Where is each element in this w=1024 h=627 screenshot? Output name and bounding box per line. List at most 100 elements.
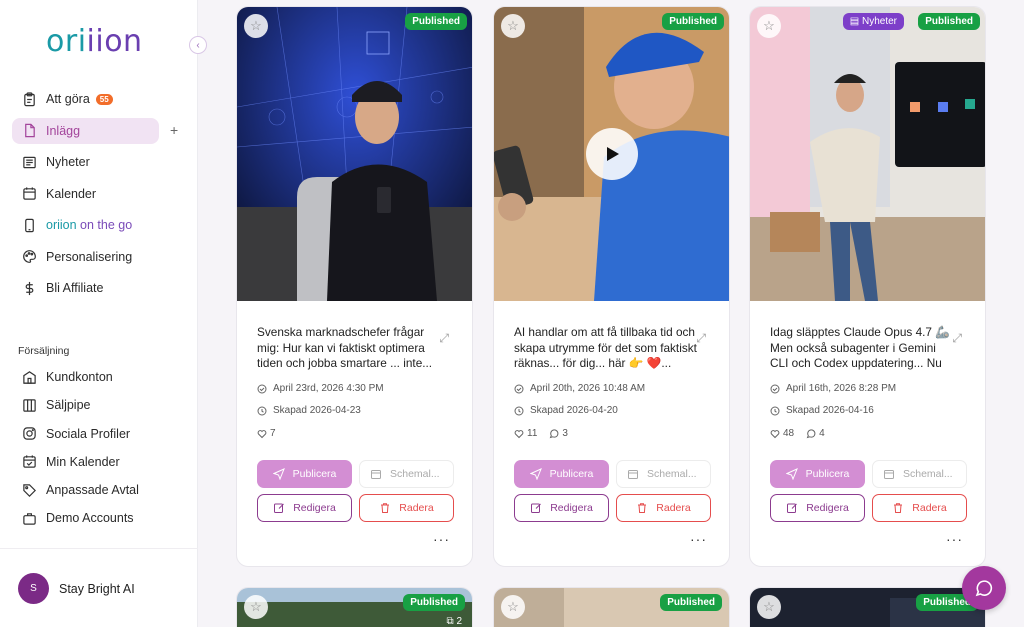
created-label: Skapad 2026-04-20 [530,405,618,416]
post-caption[interactable]: Svenska marknadschefer frågar mig: Hur k… [257,325,442,372]
delete-button[interactable]: Radera [359,494,454,522]
clock-icon [514,406,524,415]
status-badge: Published [403,594,465,611]
post-card[interactable]: ☆ Published [493,587,730,627]
scheduled-label: April 20th, 2026 10:48 AM [530,383,646,394]
clipboard-icon [24,91,35,106]
chat-button[interactable] [962,566,1006,610]
nav-label-brand: oriion [46,218,77,232]
post-image[interactable]: ☆ ▤ Nyheter Published [750,7,985,301]
edit-button[interactable]: Redigera [770,494,865,522]
publish-button[interactable]: Publicera [770,460,865,488]
post-image[interactable]: ☆ Published [494,7,729,301]
building-icon [23,370,36,384]
palette-icon [23,250,36,263]
schedule-button[interactable]: Schemal... [616,460,711,488]
briefcase-icon [23,513,36,525]
star-icon[interactable]: ☆ [244,595,268,619]
delete-button[interactable]: Radera [616,494,711,522]
star-icon[interactable]: ☆ [501,595,525,619]
post-stats: 7 [257,428,288,439]
check-circle-icon [770,384,780,393]
delete-button[interactable]: Radera [872,494,967,522]
nav-label: Nyheter [46,155,90,169]
likes: 11 [514,428,537,439]
likes: 7 [257,428,276,439]
nav-item-affiliate[interactable]: Bli Affiliate [12,275,159,301]
calendar-icon [23,187,36,200]
nav-label: Bli Affiliate [46,281,104,295]
created-date: Skapad 2026-04-23 [257,405,361,416]
post-card[interactable]: ☆ Published Svenska marknadschefer fråga… [236,6,473,567]
nav-item-on-the-go[interactable]: oriion on the go [12,212,159,238]
post-image[interactable]: ☆ Published [237,7,472,301]
user-profile[interactable]: S Stay Bright AI [18,573,135,604]
nav-label: Inlägg [46,123,81,138]
edit-button[interactable]: Redigera [514,494,609,522]
play-icon[interactable] [586,128,638,180]
post-card[interactable]: ☆ Published ⧉ 2 [236,587,473,627]
expand-icon[interactable]: ⤢ [439,331,449,346]
nav-item-calendar[interactable]: Kalender [12,181,159,207]
publish-button[interactable]: Publicera [514,460,609,488]
schedule-button[interactable]: Schemal... [872,460,967,488]
columns-icon [23,399,36,412]
created-label: Skapad 2026-04-23 [273,405,361,416]
edit-icon [531,503,542,513]
star-icon[interactable]: ☆ [757,14,781,38]
edit-button[interactable]: Redigera [257,494,352,522]
schedule-button[interactable]: Schemal... [359,460,454,488]
send-icon [529,468,542,480]
add-post-button[interactable]: + [170,122,178,138]
post-stats: 11 3 [514,428,580,439]
nav-item-todo[interactable]: Att göra 55 [12,86,159,112]
post-photo [237,7,472,301]
tag-icon [23,483,36,497]
delete-label: Radera [656,502,691,514]
logo[interactable]: oriiion [46,24,143,59]
chat-icon [975,580,993,597]
heart-icon [770,429,780,438]
post-card[interactable]: ☆ Published [749,587,986,627]
post-caption[interactable]: AI handlar om att få tillbaka tid och sk… [514,325,699,372]
star-icon[interactable]: ☆ [501,14,525,38]
expand-icon[interactable]: ⤢ [952,331,962,346]
nav-label: Kalender [46,186,97,201]
more-options-button[interactable]: ··· [690,531,707,547]
expand-icon[interactable]: ⤢ [696,331,706,346]
nav-item-customer-accounts[interactable]: Kundkonton [12,364,159,390]
post-card[interactable]: ☆ Published AI handlar om att få tillbak… [493,6,730,567]
comment-icon [806,428,816,438]
status-badge: Published [662,13,724,30]
star-icon[interactable]: ☆ [757,595,781,619]
nav-item-my-calendar[interactable]: Min Kalender [12,449,159,475]
post-stats: 48 4 [770,428,837,439]
edit-icon [787,503,798,513]
nav-item-posts[interactable]: Inlägg [12,117,159,144]
main-nav: Att göra 55 Inlägg Nyheter Kalender orii… [12,86,192,307]
created-date: Skapad 2026-04-20 [514,405,618,416]
nav-item-demo-accounts[interactable]: Demo Accounts [12,505,159,531]
post-caption[interactable]: Idag släpptes Claude Opus 4.7 🦾 Men ocks… [770,325,955,372]
schedule-label: Schemal... [903,468,953,480]
nav-item-social-profiles[interactable]: Sociala Profiler [12,421,159,447]
collapse-sidebar-button[interactable]: ‹ [189,36,207,54]
post-card[interactable]: ☆ ▤ Nyheter Published Idag släpptes Clau… [749,6,986,567]
nav-item-personalization[interactable]: Personalisering [12,244,159,270]
comment-icon [550,428,559,438]
post-photo [750,7,985,301]
publish-button[interactable]: Publicera [257,460,352,488]
nav-item-custom-deals[interactable]: Anpassade Avtal [12,477,159,503]
star-icon[interactable]: ☆ [244,14,268,38]
edit-icon [274,503,285,513]
status-badge: Published [405,13,467,30]
nav-label: Kundkonton [46,370,113,384]
nav-item-sales-pipe[interactable]: Säljpipe [12,392,159,418]
nav-item-news[interactable]: Nyheter [12,149,159,175]
sidebar-divider [0,548,198,549]
more-options-button[interactable]: ··· [433,531,450,547]
schedule-label: Schemal... [647,468,697,480]
more-options-button[interactable]: ··· [946,531,963,547]
likes-count: 11 [527,428,538,439]
created-date: Skapad 2026-04-16 [770,405,874,416]
